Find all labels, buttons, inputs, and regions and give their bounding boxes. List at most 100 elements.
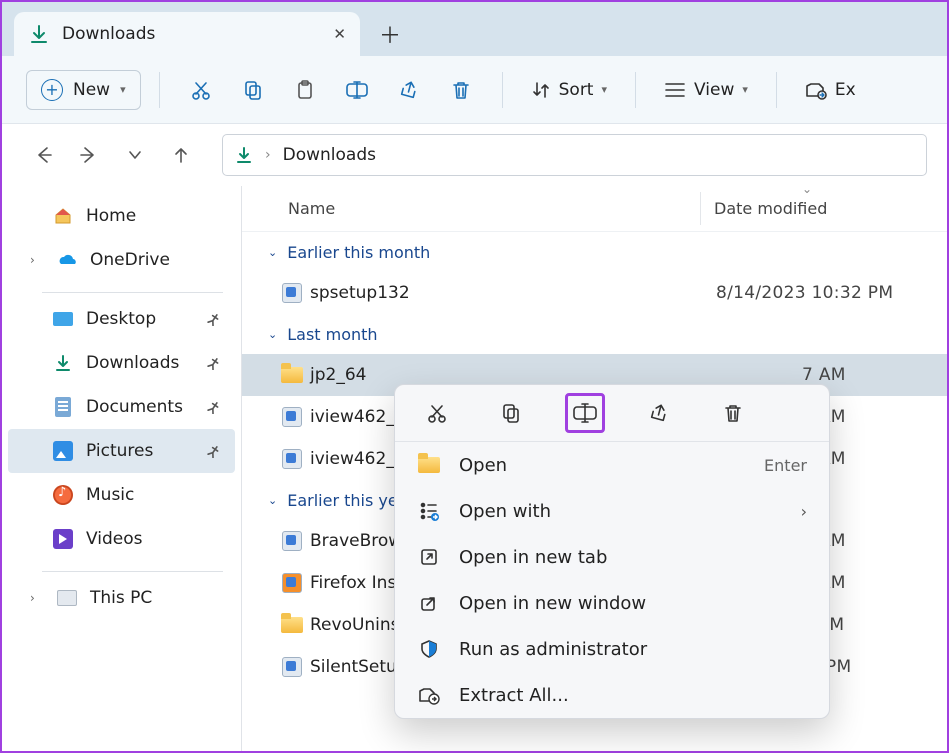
open-with-icon [417, 499, 441, 523]
sidebar-item-home[interactable]: Home [8, 194, 235, 238]
extract-icon [417, 683, 441, 707]
sidebar-item-downloads[interactable]: Downloads [8, 341, 235, 385]
installer-icon [280, 529, 304, 553]
sidebar: Home › OneDrive Desktop Downloads Docume… [2, 186, 242, 751]
sidebar-label: Documents [86, 397, 183, 417]
context-quick-actions [395, 385, 829, 441]
new-tab-button[interactable]: ＋ [360, 12, 420, 56]
menu-label: Run as administrator [459, 639, 647, 660]
group-header[interactable]: ⌄ Earlier this month [242, 232, 947, 272]
folder-icon [280, 613, 304, 637]
music-icon [52, 484, 74, 506]
file-name: SilentSetup [310, 657, 408, 677]
chevron-down-icon: ▾ [601, 83, 607, 96]
export-icon [805, 80, 827, 100]
group-header[interactable]: ⌄ Last month [242, 314, 947, 354]
installer-icon [280, 281, 304, 305]
toolbar-separator [159, 72, 160, 108]
file-date: 7 AM [802, 365, 846, 385]
expand-icon[interactable]: › [30, 591, 44, 605]
downloads-icon [235, 146, 253, 164]
file-name: jp2_64 [310, 365, 366, 385]
menu-label: Open [459, 455, 507, 476]
view-icon [664, 81, 686, 99]
menu-open-new-tab[interactable]: Open in new tab [395, 534, 829, 580]
menu-run-admin[interactable]: Run as administrator [395, 626, 829, 672]
tab-title: Downloads [62, 24, 321, 44]
menu-extract-all[interactable]: Extract All... [395, 672, 829, 718]
recent-button[interactable] [114, 134, 156, 176]
onedrive-icon [56, 249, 78, 271]
forward-button[interactable] [68, 134, 110, 176]
file-date: 8/14/2023 10:32 PM [716, 283, 893, 303]
toolbar-separator [635, 72, 636, 108]
sidebar-item-videos[interactable]: Videos [8, 517, 235, 561]
chevron-down-icon: ⌄ [268, 246, 277, 259]
sort-button[interactable]: Sort ▾ [521, 80, 617, 100]
sidebar-item-onedrive[interactable]: › OneDrive [8, 238, 235, 282]
tab-downloads[interactable]: Downloads ✕ [14, 12, 360, 56]
file-name: spsetup132 [310, 283, 410, 303]
view-label: View [694, 80, 734, 100]
folder-icon [280, 363, 304, 387]
sidebar-item-thispc[interactable]: › This PC [8, 576, 235, 620]
chevron-right-icon: › [265, 147, 271, 163]
address-bar[interactable]: › Downloads [222, 134, 927, 176]
installer-icon [280, 405, 304, 429]
documents-icon [52, 396, 74, 418]
share-button[interactable] [639, 393, 679, 433]
videos-icon [52, 528, 74, 550]
menu-shortcut: Enter [764, 456, 807, 475]
chevron-down-icon: ▾ [742, 83, 748, 96]
chevron-down-icon: ⌄ [268, 494, 277, 507]
new-tab-icon [417, 545, 441, 569]
sidebar-item-pictures[interactable]: Pictures [8, 429, 235, 473]
menu-open-new-window[interactable]: Open in new window [395, 580, 829, 626]
pin-icon [207, 356, 221, 370]
sidebar-label: Videos [86, 529, 143, 549]
installer-icon [280, 655, 304, 679]
column-separator [700, 192, 701, 225]
new-window-icon [417, 591, 441, 615]
file-row[interactable]: spsetup132 8/14/2023 10:32 PM [242, 272, 947, 314]
group-label: Last month [287, 325, 377, 344]
new-label: New [73, 80, 110, 100]
pin-icon [207, 312, 221, 326]
sidebar-item-music[interactable]: Music [8, 473, 235, 517]
delete-button[interactable] [713, 393, 753, 433]
up-button[interactable] [160, 134, 202, 176]
back-button[interactable] [22, 134, 64, 176]
sidebar-item-desktop[interactable]: Desktop [8, 297, 235, 341]
paste-button[interactable] [282, 70, 328, 110]
copy-button[interactable] [230, 70, 276, 110]
chevron-down-icon: ▾ [120, 83, 126, 96]
menu-open[interactable]: Open Enter [395, 442, 829, 488]
downloads-icon [52, 352, 74, 374]
toolbar-separator [776, 72, 777, 108]
expand-icon[interactable]: › [30, 253, 44, 267]
menu-open-with[interactable]: Open with › [395, 488, 829, 534]
pin-icon [207, 400, 221, 414]
export-button[interactable]: Ex [795, 80, 866, 100]
delete-button[interactable] [438, 70, 484, 110]
sidebar-item-documents[interactable]: Documents [8, 385, 235, 429]
pin-icon [207, 444, 221, 458]
cut-button[interactable] [178, 70, 224, 110]
sort-label: Sort [559, 80, 594, 100]
menu-label: Open in new tab [459, 547, 607, 568]
rename-button[interactable] [334, 70, 380, 110]
menu-label: Open in new window [459, 593, 646, 614]
close-tab-icon[interactable]: ✕ [333, 25, 346, 43]
copy-button[interactable] [491, 393, 531, 433]
view-button[interactable]: View ▾ [654, 80, 758, 100]
share-button[interactable] [386, 70, 432, 110]
new-button[interactable]: + New ▾ [26, 70, 141, 110]
column-name[interactable]: Name [288, 199, 335, 218]
context-menu: Open Enter Open with › Open in new tab O… [394, 384, 830, 719]
rename-button[interactable] [565, 393, 605, 433]
cut-button[interactable] [417, 393, 457, 433]
column-date[interactable]: Date modified [714, 199, 827, 218]
breadcrumb-segment[interactable]: Downloads [283, 145, 376, 165]
downloads-icon [28, 23, 50, 45]
export-label: Ex [835, 80, 856, 100]
